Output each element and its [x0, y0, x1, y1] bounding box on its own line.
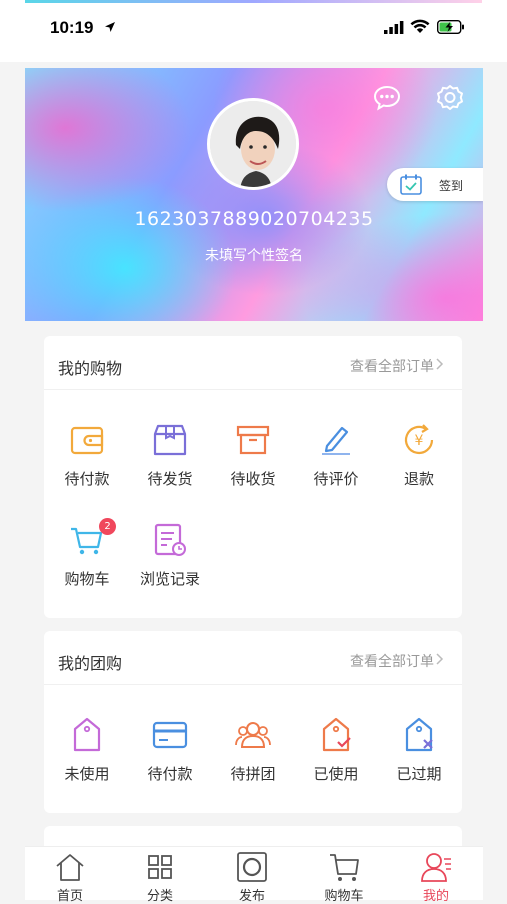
group-pending-payment[interactable]: 待付款 [130, 717, 210, 784]
browse-history-entry[interactable]: 浏览记录 [130, 522, 210, 589]
status-bar: 10:19 [0, 0, 507, 62]
cart-count-badge: 2 [99, 518, 116, 535]
tab-label: 购物车 [324, 889, 364, 904]
grid-icon [148, 855, 172, 879]
item-label: 已使用 [313, 765, 359, 783]
order-pending-receipt[interactable]: 待收货 [213, 422, 293, 489]
item-label: 已过期 [396, 765, 442, 783]
my-group-buy-card: 我的团购 查看全部订单 未使用 待付款 待拼团 已使用 已过期 [44, 631, 462, 813]
pen-icon [322, 426, 350, 455]
tag-check-icon [322, 717, 351, 752]
status-time: 10:19 [50, 18, 94, 37]
order-pending-payment[interactable]: 待付款 [47, 422, 127, 489]
gear-icon[interactable] [435, 83, 465, 113]
my-shopping-header: 我的购物 查看全部订单 [44, 336, 462, 390]
group-pending-team[interactable]: 待拼团 [213, 717, 293, 784]
my-shopping-card: 我的购物 查看全部订单 待付款 待发货 待收货 待评价 ¥ 退款 2 购物车 浏… [44, 336, 462, 618]
sign-in-label: 签到 [439, 179, 464, 193]
group-unused[interactable]: 未使用 [47, 717, 127, 784]
item-label: 待拼团 [230, 765, 276, 783]
top-accent-line [25, 0, 482, 3]
publish-icon [237, 852, 267, 882]
sign-in-button[interactable]: 签到 [387, 168, 483, 201]
tab-publish[interactable]: 发布 [207, 847, 297, 904]
group-expired[interactable]: 已过期 [379, 717, 459, 784]
item-label: 未使用 [64, 765, 110, 783]
cellular-signal-icon [384, 21, 404, 34]
battery-charging-icon [437, 20, 464, 34]
tab-label: 发布 [238, 889, 265, 904]
wifi-icon [410, 19, 430, 33]
item-label: 退款 [403, 470, 434, 488]
item-label: 待评价 [313, 470, 359, 488]
svg-text:¥: ¥ [415, 433, 424, 449]
item-label: 购物车 [64, 570, 110, 588]
calendar-check-icon [400, 174, 422, 195]
tab-mine[interactable]: 我的 [391, 847, 481, 904]
group-icon [235, 722, 271, 748]
tag-expired-icon [405, 717, 433, 752]
wallet-icon [70, 426, 104, 455]
tab-category[interactable]: 分类 [115, 847, 205, 904]
refund-icon: ¥ [404, 424, 434, 455]
my-group-buy-title: 我的团购 [58, 654, 123, 673]
shopping-cart-entry[interactable]: 2 购物车 [47, 518, 127, 589]
tab-label: 我的 [422, 889, 449, 904]
card-icon [152, 721, 188, 749]
item-label: 待发货 [147, 470, 193, 488]
order-pending-review[interactable]: 待评价 [296, 422, 376, 489]
chevron-right-icon [436, 358, 444, 370]
avatar-portrait [210, 101, 296, 187]
avatar[interactable] [207, 98, 299, 190]
order-pending-shipment[interactable]: 待发货 [130, 422, 210, 489]
location-arrow-icon [105, 22, 115, 32]
bottom-tab-bar: 首页 分类 发布 购物车 我的 [25, 846, 483, 904]
group-used[interactable]: 已使用 [296, 717, 376, 784]
tab-cart[interactable]: 购物车 [299, 847, 389, 904]
tab-home[interactable]: 首页 [25, 847, 115, 904]
chevron-right-icon [436, 653, 444, 665]
profile-header: 签到 1623037889020704235 未填写个性签名 [25, 68, 483, 321]
user-id: 1623037889020704235 [134, 208, 374, 230]
view-all-group-orders-link[interactable]: 查看全部订单 [350, 651, 434, 671]
tab-label: 分类 [146, 889, 173, 904]
box-icon [236, 425, 270, 455]
tag-icon [73, 717, 101, 752]
user-icon [421, 853, 451, 882]
cart-icon [330, 854, 359, 881]
tab-label: 首页 [56, 889, 83, 904]
message-icon[interactable] [373, 84, 401, 112]
item-label: 待付款 [147, 765, 193, 783]
history-icon [154, 523, 186, 556]
item-label: 浏览记录 [139, 570, 200, 588]
item-label: 待付款 [64, 470, 110, 488]
user-signature[interactable]: 未填写个性签名 [25, 245, 483, 265]
item-label: 待收货 [230, 470, 276, 488]
view-all-orders-link[interactable]: 查看全部订单 [350, 356, 434, 376]
package-icon [153, 424, 187, 456]
my-group-buy-header: 我的团购 查看全部订单 [44, 631, 462, 685]
my-shopping-title: 我的购物 [58, 359, 123, 378]
home-icon [56, 854, 84, 881]
order-refund[interactable]: ¥ 退款 [379, 422, 459, 489]
